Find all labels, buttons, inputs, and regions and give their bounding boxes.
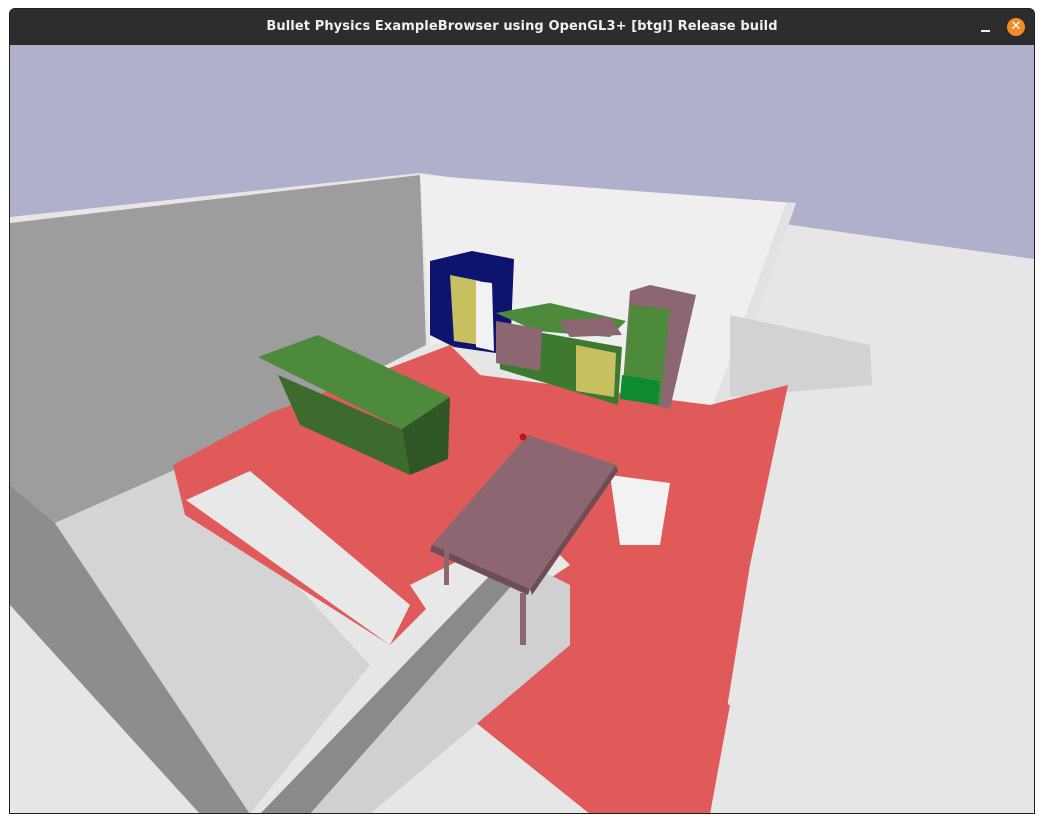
table-leg-2 (520, 593, 526, 645)
target-marker (519, 433, 527, 441)
small-box (610, 475, 670, 545)
counter-pink (496, 321, 542, 371)
fridge-white (476, 281, 494, 351)
counter-yellow (576, 345, 616, 397)
fridge-door (450, 275, 480, 345)
title-bar[interactable]: Bullet Physics ExampleBrowser using Open… (10, 9, 1034, 45)
close-icon[interactable]: ✕ (1007, 18, 1025, 36)
scene-render (10, 45, 1034, 813)
window-title: Bullet Physics ExampleBrowser using Open… (266, 19, 778, 34)
table-leg-1 (444, 551, 449, 585)
minimize-icon[interactable] (978, 19, 994, 35)
3d-viewport[interactable] (10, 45, 1034, 813)
app-window: Bullet Physics ExampleBrowser using Open… (9, 8, 1035, 814)
